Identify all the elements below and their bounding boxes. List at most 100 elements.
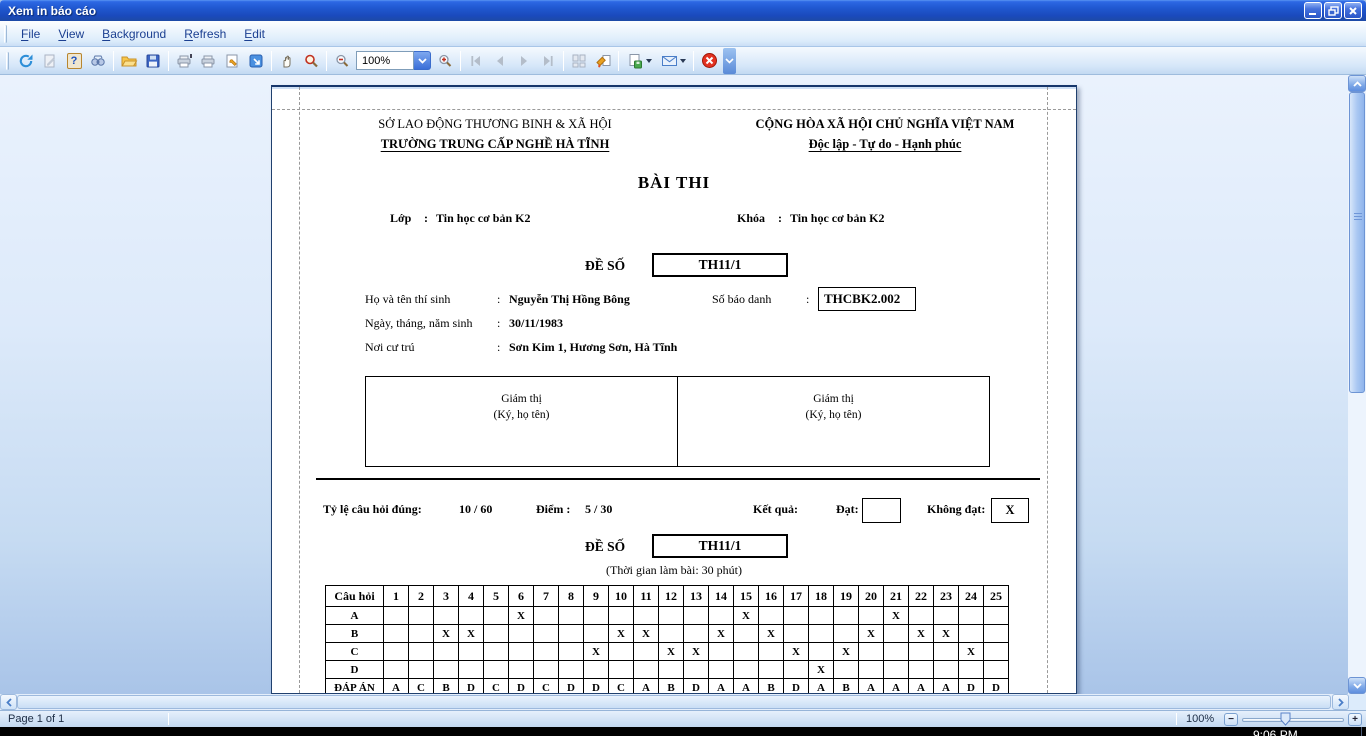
zoom-in-button[interactable]: [433, 49, 457, 73]
zoom-in-slider-button[interactable]: +: [1348, 713, 1362, 726]
answer-cell: [584, 607, 609, 625]
pass-box: [862, 498, 901, 523]
thumb-grip: [1354, 213, 1362, 220]
export-button[interactable]: [622, 49, 656, 73]
title-bar[interactable]: Xem in báo cáo: [0, 0, 1366, 21]
answer-cell: X: [909, 625, 934, 643]
answer-cell: X: [834, 643, 859, 661]
vertical-scrollbar[interactable]: [1348, 75, 1366, 694]
answer-cell: [559, 661, 584, 679]
multiple-pages-button: [567, 49, 591, 73]
toolbar-overflow-button[interactable]: [723, 48, 736, 74]
answer-cell: [459, 607, 484, 625]
window-title: Xem in báo cáo: [0, 4, 96, 18]
answer-key-cell: D: [984, 679, 1009, 695]
print-options-button[interactable]: [172, 49, 196, 73]
de-so-box-2: TH11/1: [652, 534, 788, 558]
menu-file[interactable]: File: [12, 23, 49, 45]
refresh-icon: [18, 53, 34, 69]
clock: 9:06 PM: [1253, 728, 1298, 736]
answer-cell: X: [934, 625, 959, 643]
preview-area[interactable]: SỞ LAO ĐỘNG THƯƠNG BINH & XÃ HỘI TRƯỜNG …: [0, 75, 1348, 694]
question-number: 9: [584, 586, 609, 607]
zoom-in-icon: [437, 53, 453, 69]
answer-cell: [834, 607, 859, 625]
answer-cell: [759, 607, 784, 625]
print-button[interactable]: [196, 49, 220, 73]
answer-cell: X: [959, 643, 984, 661]
zoom-select-value[interactable]: 100%: [356, 51, 414, 70]
vertical-scroll-thumb[interactable]: [1349, 92, 1365, 393]
answer-key-cell: D: [784, 679, 809, 695]
answer-cell: X: [459, 625, 484, 643]
restore-button[interactable]: [1324, 2, 1342, 19]
scroll-up-button[interactable]: [1348, 75, 1366, 92]
zoom-select-arrow[interactable]: [414, 51, 431, 70]
export-dropdown-icon[interactable]: [646, 59, 652, 63]
question-number: 15: [734, 586, 759, 607]
find-button[interactable]: [86, 49, 110, 73]
org-right-line2: Độc lập - Tự do - Hạnh phúc: [720, 134, 1050, 154]
zoom-slider-track[interactable]: [1242, 718, 1344, 722]
scroll-right-button[interactable]: [1332, 694, 1349, 710]
status-bar: Page 1 of 1 100% − +: [0, 710, 1366, 727]
answer-row-label: A: [326, 607, 384, 625]
answer-cell: X: [684, 643, 709, 661]
scroll-left-button[interactable]: [0, 694, 17, 710]
answer-cell: [509, 625, 534, 643]
answer-cell: [859, 607, 884, 625]
score-value: 5 / 30: [585, 502, 612, 517]
field-label: Nơi cư trú: [365, 340, 415, 355]
background-color-button[interactable]: [591, 49, 615, 73]
menu-view[interactable]: View: [49, 23, 93, 45]
previous-page-icon: [492, 53, 508, 69]
hand-tool-button[interactable]: [275, 49, 299, 73]
zoom-out-button[interactable]: [330, 49, 354, 73]
zoom-select[interactable]: 100%: [356, 51, 431, 70]
question-number: 6: [509, 586, 534, 607]
open-button[interactable]: [117, 49, 141, 73]
sbd-label: Số báo danh: [712, 292, 771, 307]
de-so-label-1: ĐỀ SỐ: [585, 258, 625, 274]
close-button[interactable]: [1344, 2, 1362, 19]
zoom-tool-button[interactable]: [299, 49, 323, 73]
answer-cell: X: [634, 625, 659, 643]
class-value: Tin học cơ bản K2: [436, 211, 530, 226]
answer-cell: X: [809, 661, 834, 679]
field-row: Họ và tên thí sinh:Nguyễn Thị Hồng Bông: [272, 292, 1076, 310]
answer-cell: [959, 625, 984, 643]
shrink-to-fit-button[interactable]: [244, 49, 268, 73]
menu-background[interactable]: Background: [93, 23, 175, 45]
answer-table: Câu hỏi123456789101112131415161718192021…: [325, 585, 1009, 694]
page-setup-button[interactable]: [220, 49, 244, 73]
email-button[interactable]: [656, 49, 690, 73]
de-so-box-1: TH11/1: [652, 253, 788, 277]
design-button: [38, 49, 62, 73]
scroll-down-button[interactable]: [1348, 677, 1366, 694]
org-header-right: CỘNG HÒA XÃ HỘI CHỦ NGHĨA VIỆT NAM Độc l…: [720, 114, 1050, 154]
answer-cell: [709, 643, 734, 661]
email-dropdown-icon[interactable]: [680, 59, 686, 63]
save-button[interactable]: [141, 49, 165, 73]
horizontal-scroll-thumb[interactable]: [17, 695, 1331, 709]
answer-cell: X: [434, 625, 459, 643]
page-indicator: Page 1 of 1: [0, 713, 160, 725]
refresh-button[interactable]: [14, 49, 38, 73]
help-button[interactable]: ?: [62, 49, 86, 73]
answer-key-cell: D: [684, 679, 709, 695]
toolbar: ? 100%: [0, 47, 1366, 75]
course-value: Tin học cơ bản K2: [790, 211, 884, 226]
minimize-button[interactable]: [1304, 2, 1322, 19]
answer-cell: [684, 661, 709, 679]
field-row: Nơi cư trú:Sơn Kim 1, Hương Sơn, Hà Tĩnh: [272, 340, 1076, 358]
horizontal-scrollbar[interactable]: [0, 694, 1349, 710]
menu-edit[interactable]: Edit: [235, 23, 274, 45]
close-preview-button[interactable]: [697, 49, 721, 73]
answer-cell: [434, 661, 459, 679]
page-setup-icon: [224, 53, 240, 69]
question-number: 20: [859, 586, 884, 607]
question-number: 11: [634, 586, 659, 607]
zoom-out-slider-button[interactable]: −: [1224, 713, 1238, 726]
menu-refresh[interactable]: Refresh: [175, 23, 235, 45]
question-number: 7: [534, 586, 559, 607]
